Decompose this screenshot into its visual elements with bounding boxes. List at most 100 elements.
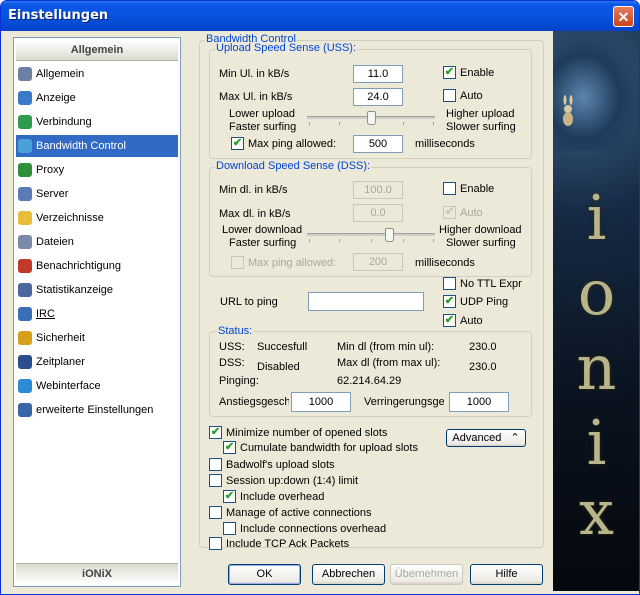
nav-item-label: Dateien: [36, 236, 74, 248]
ionix-artwork: i o n i x: [553, 31, 639, 591]
close-button[interactable]: ✕: [613, 6, 634, 27]
uss-higher-sublabel: Slower surfing: [446, 121, 516, 133]
help-button[interactable]: Hilfe: [470, 564, 543, 585]
dss-slider[interactable]: [307, 228, 435, 242]
status-title: Status:: [217, 325, 254, 337]
status-pinging-label: Pinging:: [219, 375, 259, 387]
verringerung-input[interactable]: 1000: [449, 392, 509, 412]
conn-overhead-checkbox[interactable]: [223, 522, 236, 535]
nav-item-allgemein[interactable]: Allgemein: [16, 63, 178, 85]
slider-thumb[interactable]: [385, 228, 394, 242]
anstieg-input[interactable]: 1000: [291, 392, 351, 412]
no-ttl-checkbox[interactable]: [443, 277, 456, 290]
slider-tick: [309, 122, 310, 125]
ok-button[interactable]: OK: [228, 564, 301, 585]
nav-item-verzeichnisse[interactable]: Verzeichnisse: [16, 207, 178, 229]
dss-enable-checkbox[interactable]: [443, 182, 456, 195]
advanced-button[interactable]: Advanced ⌃: [446, 429, 526, 447]
url-ping-label: URL to ping: [220, 296, 278, 308]
notification-icon: [18, 259, 32, 273]
artwork-face: [553, 31, 639, 151]
dialog-content: Allgemein Allgemein Anzeige Verbindung B…: [4, 31, 639, 591]
url-ping-input[interactable]: [308, 292, 424, 311]
dss-max-input[interactable]: 0.0: [353, 204, 403, 222]
uss-maxping-input[interactable]: 500: [353, 135, 403, 153]
nav-item-erweiterte-einstellungen[interactable]: erweiterte Einstellungen: [16, 399, 178, 421]
nav-header: Allgemein: [16, 40, 178, 61]
slider-thumb[interactable]: [367, 111, 376, 125]
status-mindl-value: 230.0: [469, 341, 497, 353]
apply-button[interactable]: Übernehmen: [390, 564, 463, 585]
dss-auto-checkbox[interactable]: ✔: [443, 206, 456, 219]
nav-item-label: Bandwidth Control: [36, 140, 126, 152]
clock-icon: [18, 355, 32, 369]
nav-item-verbindung[interactable]: Verbindung: [16, 111, 178, 133]
udp-ping-checkbox[interactable]: ✔: [443, 295, 456, 308]
nav-item-benachrichtigung[interactable]: Benachrichtigung: [16, 255, 178, 277]
nav-item-dateien[interactable]: Dateien: [16, 231, 178, 253]
nav-item-label: erweiterte Einstellungen: [36, 404, 154, 416]
dss-min-label: Min dl. in kB/s: [219, 184, 288, 196]
uss-lower-label: Lower upload: [229, 108, 296, 120]
uss-slider[interactable]: [307, 111, 435, 125]
ping-auto-checkbox[interactable]: ✔: [443, 314, 456, 327]
udp-ping-label: UDP Ping: [460, 296, 509, 308]
include-overhead-label: Include overhead: [240, 491, 325, 503]
advanced-label: Advanced: [452, 432, 502, 444]
uss-max-input[interactable]: 24.0: [353, 88, 403, 106]
dss-maxping-input[interactable]: 200: [353, 253, 403, 271]
nav-item-label: Server: [36, 188, 69, 200]
slider-tick: [339, 122, 340, 125]
uss-min-input[interactable]: 11.0: [353, 65, 403, 83]
nav-item-server[interactable]: Server: [16, 183, 178, 205]
nav-item-label: Verbindung: [36, 116, 92, 128]
slider-tick: [309, 239, 310, 242]
verringerung-label: Verringerungsge: [364, 396, 444, 408]
tcp-ack-checkbox[interactable]: [209, 537, 222, 550]
settings-nav: Allgemein Allgemein Anzeige Verbindung B…: [13, 37, 181, 587]
nav-item-proxy[interactable]: Proxy: [16, 159, 178, 181]
nav-item-label: Proxy: [36, 164, 65, 176]
badwolf-checkbox[interactable]: [209, 458, 222, 471]
dss-max-label: Max dl. in kB/s: [219, 208, 291, 220]
uss-maxping-checkbox[interactable]: ✔: [231, 137, 244, 150]
dss-min-input[interactable]: 100.0: [353, 181, 403, 199]
anstieg-label: Anstiegsgesch: [219, 396, 289, 408]
dss-auto-label: Auto: [460, 207, 483, 219]
uss-auto-label: Auto: [460, 90, 483, 102]
title-bar[interactable]: Einstellungen ✕: [1, 1, 639, 31]
cumulate-checkbox[interactable]: ✔: [223, 441, 236, 454]
status-maxdl-label: Max dl (from max ul):: [337, 357, 441, 369]
uss-enable-checkbox[interactable]: ✔: [443, 66, 456, 79]
nav-item-statistikanzeige[interactable]: Statistikanzeige: [16, 279, 178, 301]
minimize-slots-checkbox[interactable]: ✔: [209, 426, 222, 439]
lock-icon: [18, 331, 32, 345]
cancel-button[interactable]: Abbrechen: [312, 564, 385, 585]
dss-maxping-checkbox[interactable]: [231, 256, 244, 269]
conn-overhead-label: Include connections overhead: [240, 523, 387, 535]
nav-item-label: Sicherheit: [36, 332, 85, 344]
monitor-icon: [18, 91, 32, 105]
network-icon: [18, 115, 32, 129]
uss-enable-label: Enable: [460, 67, 495, 79]
uss-min-label: Min Ul. in kB/s: [219, 68, 290, 80]
globe-icon: [18, 379, 32, 393]
nav-item-bandwidth-control[interactable]: Bandwidth Control: [16, 135, 178, 157]
status-maxdl-value: 230.0: [469, 361, 497, 373]
uss-auto-checkbox[interactable]: [443, 89, 456, 102]
session-limit-checkbox[interactable]: [209, 474, 222, 487]
tcp-ack-label: Include TCP Ack Packets: [226, 538, 350, 550]
nav-item-label: Allgemein: [36, 68, 85, 80]
nav-item-webinterface[interactable]: Webinterface: [16, 375, 178, 397]
nav-item-anzeige[interactable]: Anzeige: [16, 87, 178, 109]
include-overhead-checkbox[interactable]: ✔: [223, 490, 236, 503]
nav-item-zeitplaner[interactable]: Zeitplaner: [16, 351, 178, 373]
folder-icon: [18, 211, 32, 225]
slider-tick: [403, 239, 404, 242]
nav-item-sicherheit[interactable]: Sicherheit: [16, 327, 178, 349]
uss-title: Upload Speed Sense (USS):: [215, 42, 358, 54]
nav-item-irc[interactable]: IRC: [16, 303, 178, 325]
manage-connections-checkbox[interactable]: [209, 506, 222, 519]
ping-auto-label: Auto: [460, 315, 483, 327]
manage-connections-label: Manage of active connections: [226, 507, 372, 519]
